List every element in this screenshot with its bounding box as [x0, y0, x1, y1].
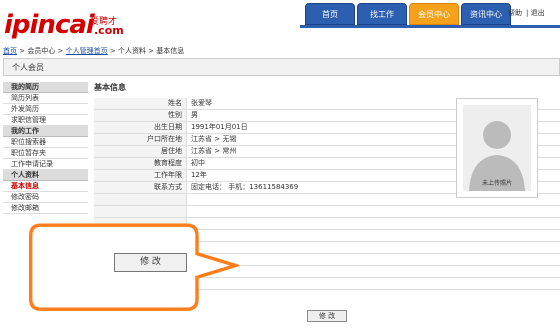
sidebar-item-cover-letter[interactable]: 求职信管理	[3, 115, 88, 126]
sidebar-item-job-folder[interactable]: 职位暂存夹	[3, 148, 88, 159]
row-label: 姓名	[94, 98, 187, 109]
avatar: 未上传照片	[463, 105, 531, 191]
row-value: 男	[191, 111, 198, 119]
main-nav: 首页 找工作 会员中心 资讯中心	[305, 3, 513, 25]
row-label: 联系方式	[94, 182, 187, 193]
edit-button[interactable]: 修 改	[307, 310, 347, 322]
photo-caption: 未上传照片	[481, 180, 512, 187]
breadcrumb-manage[interactable]: 个人管理首页	[66, 47, 108, 55]
breadcrumb-tail: > 个人资料 > 基本信息	[107, 47, 185, 55]
nav-tab-member-center[interactable]: 会员中心	[409, 3, 459, 25]
sidebar-group-work: 我的工作	[3, 126, 88, 137]
sidebar-item-change-email[interactable]: 修改邮箱	[3, 203, 88, 214]
page: { "header": { "logo_en": "ipincai", "log…	[0, 0, 560, 333]
row-label: 户口所在地	[94, 134, 187, 145]
breadcrumb-home[interactable]: 首页	[3, 47, 17, 55]
row-value: 江苏省 > 无锡	[191, 135, 237, 143]
row-value: 1991年01月01日	[191, 123, 248, 131]
nav-underline	[0, 25, 560, 40]
section-title: 个人会员	[3, 58, 560, 76]
nav-tab-home[interactable]: 首页	[305, 3, 355, 25]
row-label: 居住地	[94, 146, 187, 157]
row-value: 张爱琴	[191, 99, 212, 107]
sidebar-item-change-password[interactable]: 修改密码	[3, 192, 88, 203]
breadcrumb-sep: > 会员中心 >	[17, 47, 66, 55]
row-value: 江苏省 > 常州	[191, 147, 237, 155]
help-link[interactable]: 帮助	[508, 9, 522, 17]
breadcrumb: 首页 > 会员中心 > 个人管理首页 > 个人资料 > 基本信息	[3, 46, 184, 56]
nav-tab-news[interactable]: 资讯中心	[461, 3, 511, 25]
row-label: 工作年限	[94, 170, 187, 181]
main-content: 基本信息 姓名 张爱琴 性别男 出生日期 1991年01月01日 户口所在地 江苏省 …	[94, 82, 560, 290]
profile-photo-frame: 未上传照片	[456, 98, 538, 198]
row-value: 初中	[191, 159, 205, 167]
sidebar-item-basic-info[interactable]: 基本信息	[3, 181, 88, 192]
logout-link[interactable]: 退出	[531, 9, 545, 17]
sidebar-item-job-search[interactable]: 职位搜索器	[3, 137, 88, 148]
callout-edit-button[interactable]: 修 改	[114, 253, 187, 272]
row-label: 性别	[94, 110, 187, 121]
row-label: 教育程度	[94, 158, 187, 169]
row-value: 固定电话： 手机：13611584369	[191, 183, 299, 191]
sidebar-group-resume: 我的简历	[3, 82, 88, 93]
site-header: ipincai 爱聘才 .com 首页 找工作 会员中心 资讯中心 帮助 | 退出	[0, 0, 560, 40]
sidebar-item-sent-resume[interactable]: 外发简历	[3, 104, 88, 115]
sidebar-item-applications[interactable]: 工作申请记录	[3, 159, 88, 170]
sidebar: 我的简历 简历列表 外发简历 求职信管理 我的工作 职位搜索器 职位暂存夹 工作…	[3, 82, 88, 214]
sidebar-group-profile: 个人资料	[3, 170, 88, 181]
nav-tab-jobs[interactable]: 找工作	[357, 3, 407, 25]
sidebar-item-resume-list[interactable]: 简历列表	[3, 93, 88, 104]
top-links: 帮助 | 退出	[508, 9, 545, 17]
row-label: 出生日期	[94, 122, 187, 133]
page-title: 基本信息	[94, 83, 126, 92]
row-value: 12年	[191, 171, 207, 179]
